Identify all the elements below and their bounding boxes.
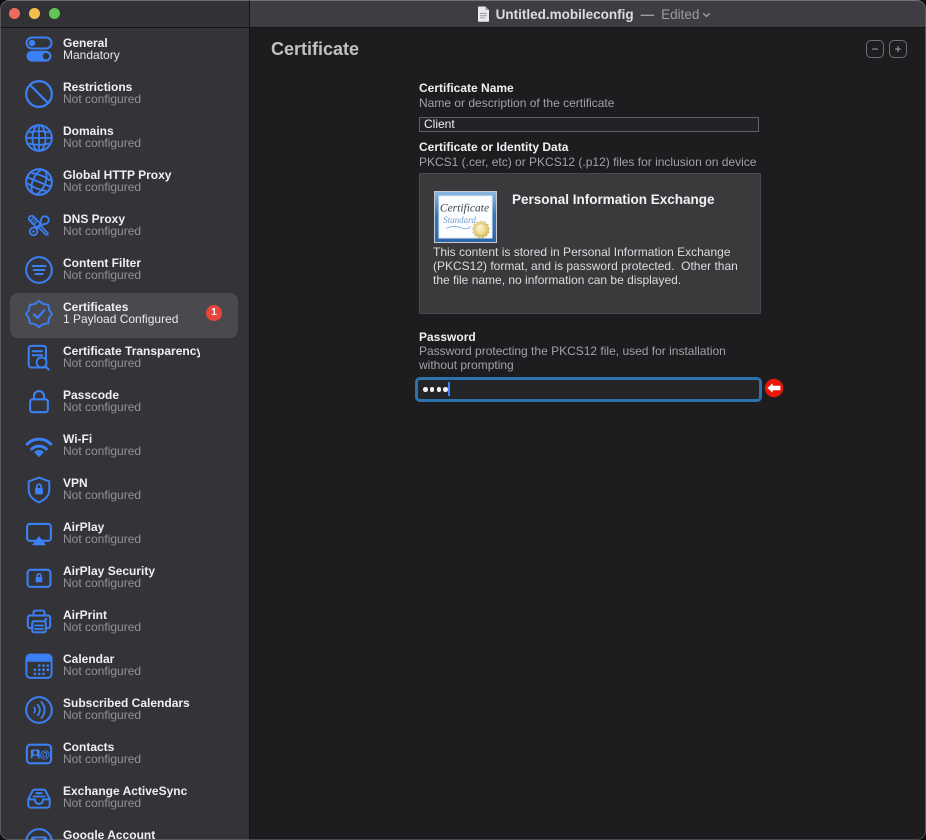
svg-text:Certificate: Certificate xyxy=(440,203,489,215)
svg-text:Standard: Standard xyxy=(443,215,476,225)
svg-text:@: @ xyxy=(39,749,50,761)
